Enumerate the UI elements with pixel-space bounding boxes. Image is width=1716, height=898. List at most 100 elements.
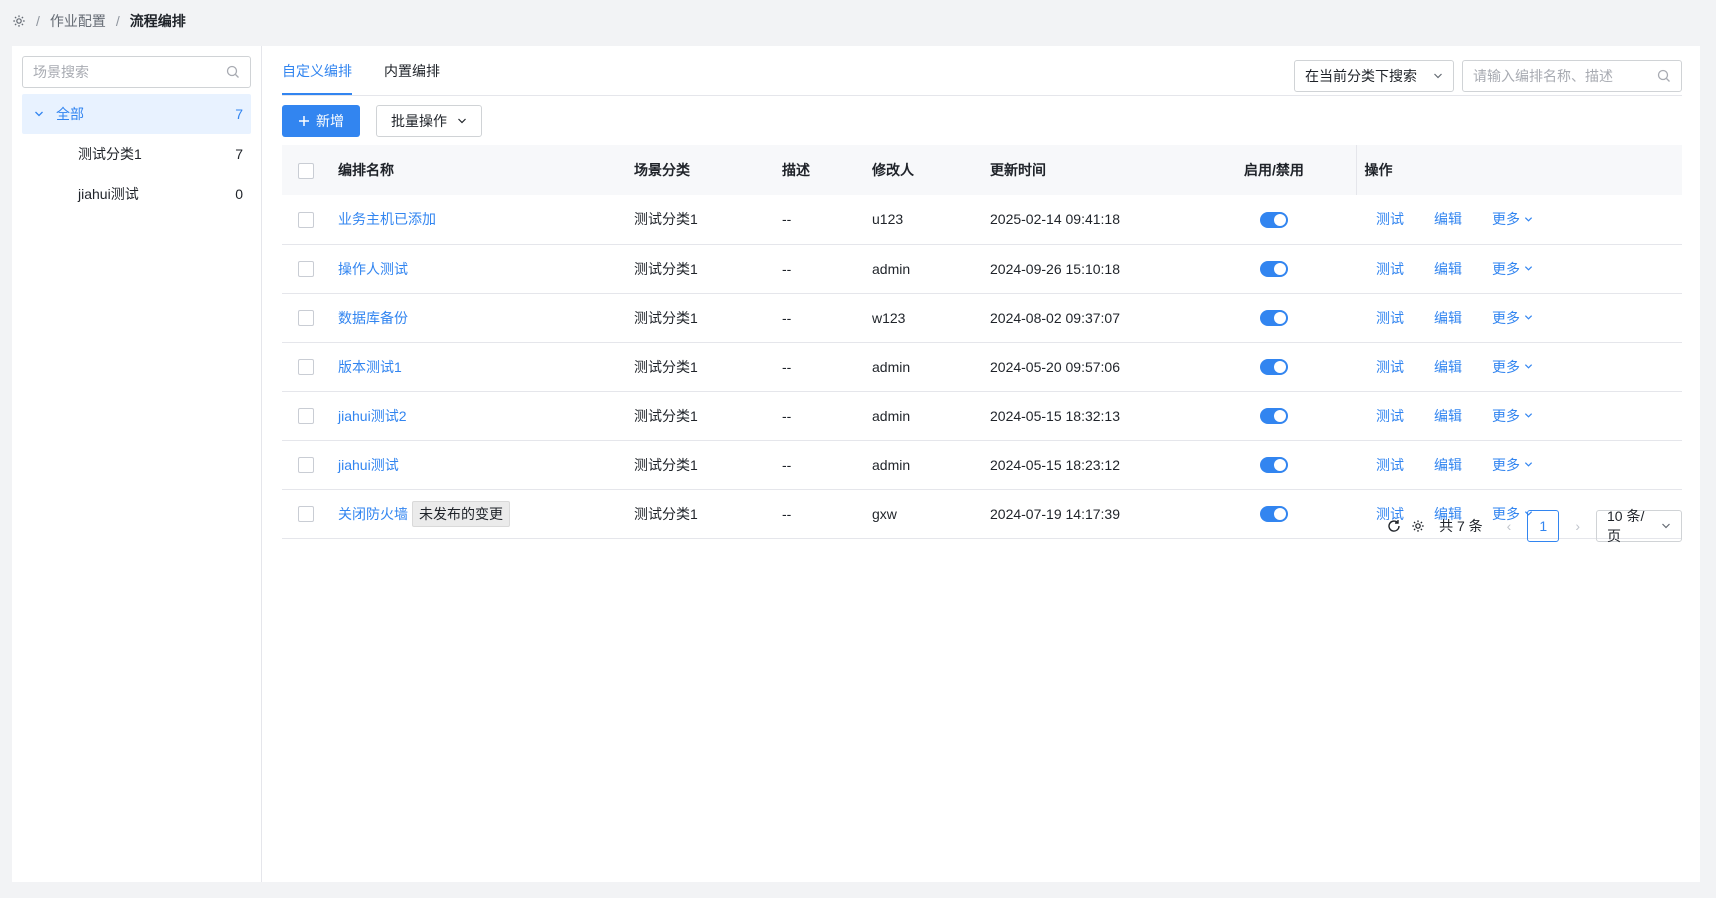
chevron-down-icon[interactable]: [34, 109, 44, 119]
edit-button[interactable]: 编辑: [1434, 357, 1462, 377]
more-button[interactable]: 更多: [1492, 308, 1533, 328]
cell-category: 测试分类1: [634, 260, 698, 277]
enable-toggle[interactable]: [1260, 310, 1288, 327]
more-button[interactable]: 更多: [1492, 357, 1533, 377]
orchestration-name-link[interactable]: jiahui测试2: [338, 408, 406, 424]
tree-item-all[interactable]: 全部 7: [22, 94, 251, 134]
test-button[interactable]: 测试: [1376, 308, 1404, 328]
row-checkbox[interactable]: [298, 359, 314, 376]
scope-select[interactable]: 在当前分类下搜索: [1294, 59, 1454, 92]
cell-desc: --: [782, 358, 792, 375]
more-button[interactable]: 更多: [1492, 259, 1533, 279]
orchestration-name-link[interactable]: 版本测试1: [338, 359, 402, 375]
test-button[interactable]: 测试: [1376, 406, 1404, 426]
sidebar: 全部 7 测试分类1 7 jiahui测试 0: [12, 46, 262, 882]
row-checkbox[interactable]: [298, 506, 314, 523]
refresh-icon[interactable]: [1387, 519, 1401, 533]
tab-custom[interactable]: 自定义编排: [282, 61, 352, 95]
row-checkbox[interactable]: [298, 261, 314, 278]
header-name: 编排名称: [338, 162, 394, 178]
enable-toggle[interactable]: [1260, 359, 1288, 376]
settings-icon[interactable]: [1411, 519, 1425, 533]
cell-desc: --: [782, 505, 792, 522]
chevron-left-icon[interactable]: ‹: [1501, 518, 1518, 534]
table-row: 数据库备份 测试分类1 -- w123 2024-08-02 09:37:07 测试 编辑 更…: [282, 293, 1682, 342]
row-checkbox[interactable]: [298, 457, 314, 474]
scene-search-input[interactable]: [33, 64, 213, 80]
tab-builtin[interactable]: 内置编排: [384, 61, 440, 95]
edit-button[interactable]: 编辑: [1434, 308, 1462, 328]
cell-category: 测试分类1: [634, 358, 698, 375]
row-ops: 测试 编辑 更多: [1356, 308, 1682, 328]
table-header-row: 编排名称 场景分类 描述 修改人 更新时间 启用/禁用 操作: [282, 145, 1682, 195]
actions-row: 新增 批量操作: [282, 105, 1682, 137]
enable-toggle[interactable]: [1260, 457, 1288, 474]
enable-toggle[interactable]: [1260, 506, 1288, 523]
orchestration-name-link[interactable]: 数据库备份: [338, 310, 408, 326]
cell-time: 2024-05-20 09:57:06: [990, 358, 1120, 375]
breadcrumb-item[interactable]: 作业配置: [50, 11, 106, 31]
gear-icon[interactable]: [12, 14, 26, 28]
header-category: 场景分类: [634, 162, 690, 178]
cell-desc: --: [782, 456, 792, 473]
edit-button[interactable]: 编辑: [1434, 406, 1462, 426]
header-enabled: 启用/禁用: [1244, 162, 1304, 178]
cell-category: 测试分类1: [634, 505, 698, 522]
table-row: jiahui测试2 测试分类1 -- admin 2024-05-15 18:32:13…: [282, 391, 1682, 440]
chevron-down-icon: [1524, 413, 1533, 418]
page-size-select[interactable]: 10 条/页: [1596, 508, 1682, 544]
cell-modifier: admin: [872, 358, 911, 375]
orchestration-name-link[interactable]: 业务主机已添加: [338, 211, 436, 227]
test-button[interactable]: 测试: [1376, 209, 1404, 229]
table-row: jiahui测试 测试分类1 -- admin 2024-05-15 18:23:12 测…: [282, 440, 1682, 489]
more-label: 更多: [1492, 211, 1520, 228]
edit-button[interactable]: 编辑: [1434, 209, 1462, 229]
search-icon[interactable]: [1657, 69, 1671, 83]
chevron-down-icon: [1524, 462, 1533, 467]
table-row: 业务主机已添加 测试分类1 -- u123 2025-02-14 09:41:18 测试 编…: [282, 195, 1682, 244]
cell-modifier: u123: [872, 211, 904, 228]
row-checkbox[interactable]: [298, 211, 314, 228]
orchestration-name-link[interactable]: 关闭防火墙: [338, 506, 408, 522]
edit-button[interactable]: 编辑: [1434, 455, 1462, 475]
more-button[interactable]: 更多: [1492, 209, 1533, 229]
cell-category: 测试分类1: [634, 309, 698, 326]
row-ops: 测试 编辑 更多: [1356, 406, 1682, 426]
row-checkbox[interactable]: [298, 310, 314, 327]
more-button[interactable]: 更多: [1492, 406, 1533, 426]
search-icon[interactable]: [226, 65, 240, 79]
orchestration-name-link[interactable]: jiahui测试: [338, 457, 399, 473]
more-button[interactable]: 更多: [1492, 455, 1533, 475]
pagination: 共 7 条 ‹ 1 › 10 条/页: [1387, 508, 1682, 544]
page-number[interactable]: 1: [1527, 510, 1560, 542]
chevron-right-icon[interactable]: ›: [1569, 518, 1586, 534]
enable-toggle[interactable]: [1260, 261, 1288, 278]
edit-button[interactable]: 编辑: [1434, 259, 1462, 279]
orchestration-search-input[interactable]: [1473, 67, 1643, 84]
select-all-checkbox[interactable]: [298, 162, 314, 179]
scope-select-value: 在当前分类下搜索: [1305, 67, 1417, 84]
enable-toggle[interactable]: [1260, 211, 1288, 228]
category-tree: 全部 7 测试分类1 7 jiahui测试 0: [22, 94, 251, 214]
enable-toggle[interactable]: [1260, 408, 1288, 425]
test-button[interactable]: 测试: [1376, 455, 1404, 475]
cell-time: 2025-02-14 09:41:18: [990, 211, 1120, 228]
row-ops: 测试 编辑 更多: [1356, 455, 1682, 475]
cell-category: 测试分类1: [634, 407, 698, 424]
breadcrumb-separator: /: [115, 13, 120, 29]
add-button[interactable]: 新增: [282, 105, 360, 137]
row-ops: 测试 编辑 更多: [1356, 357, 1682, 377]
row-checkbox[interactable]: [298, 408, 314, 425]
tree-item-jiahui[interactable]: jiahui测试 0: [22, 174, 251, 214]
header-modifier: 修改人: [872, 162, 914, 178]
breadcrumb-current: 流程编排: [129, 13, 186, 29]
tree-item-label: 测试分类1: [78, 146, 142, 162]
content-area: 自定义编排 内置编排 在当前分类下搜索 请输入编排名称、描述 新增 批量操作 编…: [262, 46, 1700, 882]
test-button[interactable]: 测试: [1376, 357, 1404, 377]
batch-operation-button[interactable]: 批量操作: [376, 105, 482, 137]
orchestration-name-link[interactable]: 操作人测试: [338, 261, 408, 277]
orchestration-table: 编排名称 场景分类 描述 修改人 更新时间 启用/禁用 操作 业务主机已添加 测试…: [282, 145, 1682, 539]
chevron-down-icon: [1524, 266, 1533, 271]
test-button[interactable]: 测试: [1376, 259, 1404, 279]
tree-item-test-category[interactable]: 测试分类1 7: [22, 134, 251, 174]
